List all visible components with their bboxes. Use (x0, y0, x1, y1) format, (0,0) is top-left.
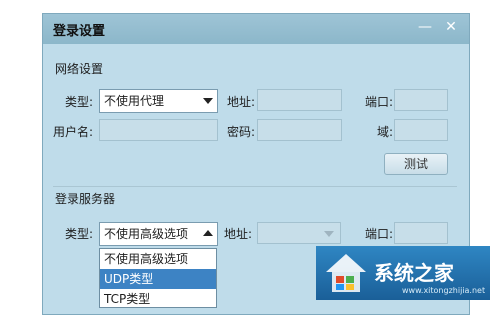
chevron-down-icon (203, 98, 213, 104)
server-type-select[interactable]: 不使用高级选项 (99, 222, 218, 246)
dropdown-option-tcp[interactable]: TCP类型 (100, 289, 216, 309)
password-field[interactable] (257, 119, 342, 141)
domain-field[interactable] (394, 119, 448, 141)
dropdown-option-none[interactable]: 不使用高级选项 (100, 249, 216, 269)
close-icon[interactable]: ✕ (441, 18, 461, 36)
proxy-type-label: 类型: (65, 95, 94, 109)
login-server-heading: 登录服务器 (55, 192, 116, 206)
proxy-address-label: 地址: (227, 95, 256, 109)
server-type-value: 不使用高级选项 (104, 227, 189, 241)
minimize-icon[interactable]: — (415, 18, 435, 36)
username-field[interactable] (99, 119, 218, 141)
proxy-address-field[interactable] (257, 89, 342, 111)
server-address-label: 地址: (224, 227, 253, 241)
proxy-port-field[interactable] (394, 89, 448, 111)
house-logo-icon (326, 254, 366, 292)
proxy-type-select[interactable]: 不使用代理 (99, 89, 218, 113)
chevron-down-icon (324, 231, 334, 237)
watermark-logo: 系统之家 www.xitongzhijia.net (316, 246, 490, 300)
title-bar[interactable]: 登录设置 — ✕ (43, 14, 469, 44)
watermark-url: www.xitongzhijia.net (402, 286, 486, 295)
server-address-select[interactable] (257, 222, 341, 244)
password-label: 密码: (227, 125, 256, 139)
proxy-type-value: 不使用代理 (104, 94, 165, 108)
dialog-title: 登录设置 (53, 24, 106, 39)
test-button[interactable]: 测试 (384, 153, 448, 175)
dropdown-option-udp[interactable]: UDP类型 (100, 269, 216, 289)
username-label: 用户名: (53, 125, 94, 139)
chevron-up-icon (203, 230, 213, 236)
network-settings-heading: 网络设置 (55, 62, 104, 76)
server-type-dropdown: 不使用高级选项 UDP类型 TCP类型 (99, 248, 217, 308)
server-port-label: 端口: (365, 227, 394, 241)
section-divider (53, 186, 457, 187)
watermark-brand: 系统之家 (374, 261, 454, 285)
proxy-port-label: 端口: (365, 95, 394, 109)
server-port-field[interactable] (394, 222, 448, 244)
server-type-label: 类型: (65, 227, 94, 241)
domain-label: 域: (377, 125, 394, 139)
